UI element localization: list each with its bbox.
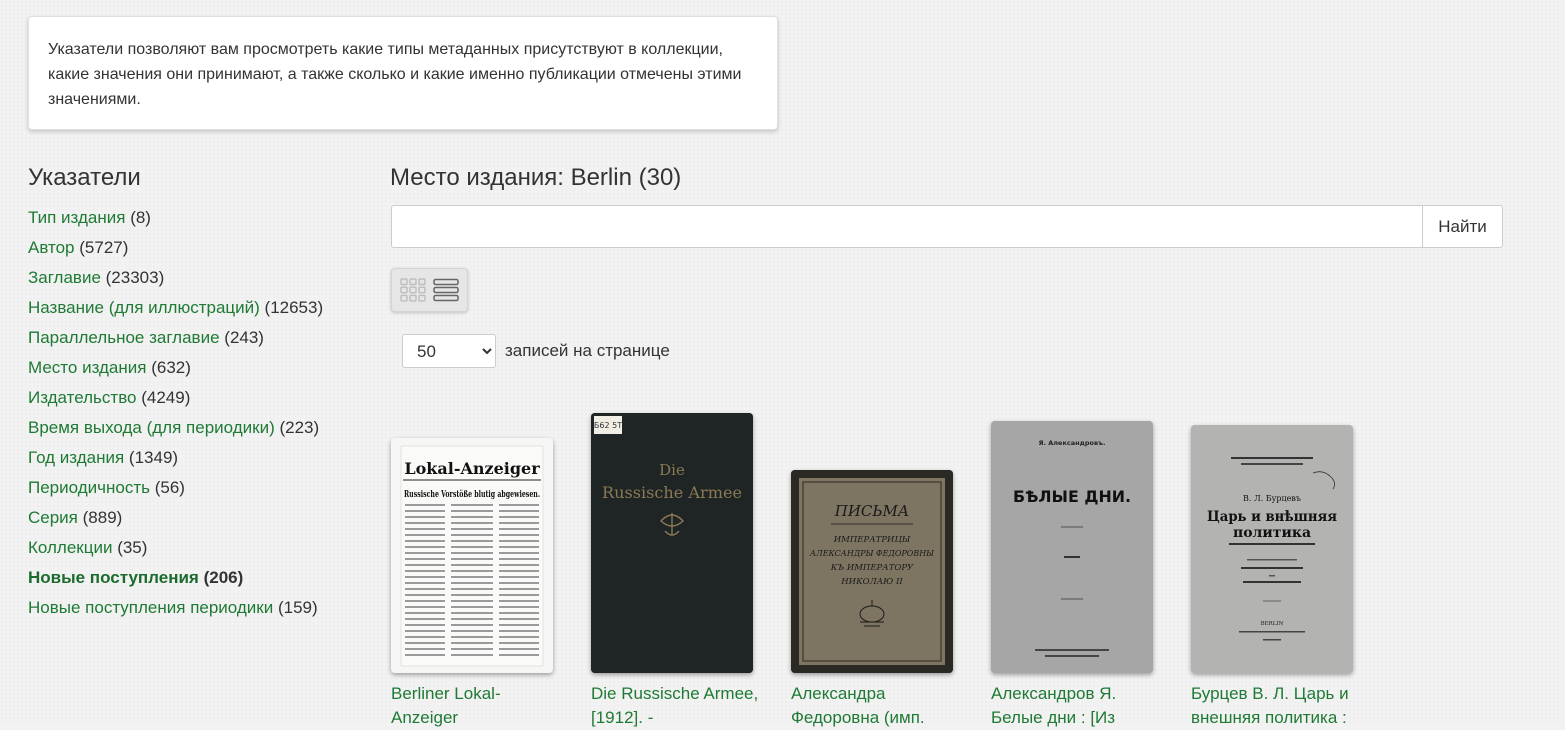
cover-title-line5: НИКОЛАЮ II xyxy=(840,577,903,587)
cover-title: БѢЛЫЕ ДНИ. xyxy=(1013,487,1131,506)
page-title: Место издания: Berlin (30) xyxy=(390,164,682,191)
index-link[interactable]: Серия xyxy=(28,508,78,527)
cover-title-line1: ПИСЬМА xyxy=(834,502,909,520)
index-link[interactable]: Тип издания xyxy=(28,208,125,227)
cover-city: BERLIN xyxy=(1261,621,1284,627)
index-item: Параллельное заглавие (243) xyxy=(28,323,368,353)
index-count: (632) xyxy=(151,358,191,377)
index-item-active: Новые поступления (206) xyxy=(28,563,368,593)
index-link[interactable]: Новые поступления периодики xyxy=(28,598,273,617)
cover-image[interactable]: Я. Александровъ. БѢЛЫЕ ДНИ. xyxy=(991,421,1153,673)
index-count: (5727) xyxy=(79,238,129,257)
index-link[interactable]: Периодичность xyxy=(28,478,150,497)
index-count: (4249) xyxy=(141,388,191,407)
info-box: Указатели позволяют вам просмотреть каки… xyxy=(28,16,778,130)
per-page-select[interactable]: 50 xyxy=(402,334,496,368)
cover-title-line2: ИМПЕРАТРИЦЫ xyxy=(833,535,911,545)
cover-title-line2: политика xyxy=(1233,525,1311,541)
cover-title-line3: АЛЕКСАНДРЫ ФЕДОРОВНЫ xyxy=(809,549,935,559)
cover-headline: Russische Vorstöße blutig abgewiesen. xyxy=(404,489,540,500)
search-button[interactable]: Найти xyxy=(1422,205,1503,248)
index-item: Время выхода (для периодики) (223) xyxy=(28,413,368,443)
index-item: Новые поступления периодики (159) xyxy=(28,593,368,623)
index-link[interactable]: Издательство xyxy=(28,388,136,407)
index-count: (243) xyxy=(224,328,264,347)
index-count: (8) xyxy=(130,208,151,227)
index-item: Год издания (1349) xyxy=(28,443,368,473)
index-item: Издательство (4249) xyxy=(28,383,368,413)
index-link[interactable]: Название (для иллюстраций) xyxy=(28,298,260,317)
index-count: (206) xyxy=(203,568,244,587)
index-count: (159) xyxy=(277,598,318,617)
index-count: (889) xyxy=(82,508,123,527)
index-item: Автор (5727) xyxy=(28,233,368,263)
search-input[interactable] xyxy=(391,205,1422,248)
index-item: Периодичность (56) xyxy=(28,473,368,503)
index-count: (223) xyxy=(279,418,320,437)
index-item: Место издания (632) xyxy=(28,353,368,383)
index-count: (1349) xyxy=(128,448,179,467)
cover-image[interactable]: Б62 5Т Die Russische Armee xyxy=(591,413,753,673)
search-bar: Найти xyxy=(391,205,1503,248)
index-item: Заглавие (23303) xyxy=(28,263,368,293)
cover-title-line4: КЪ ИМПЕРАТОРУ xyxy=(830,563,914,573)
index-item: Коллекции (35) xyxy=(28,533,368,563)
index-link[interactable]: Параллельное заглавие xyxy=(28,328,220,347)
index-link-active[interactable]: Новые поступления xyxy=(28,568,199,587)
index-link[interactable]: Место издания xyxy=(28,358,146,377)
cover-image[interactable]: ПИСЬМА ИМПЕРАТРИЦЫ АЛЕКСАНДРЫ ФЕДОРОВНЫ … xyxy=(791,470,953,673)
per-page-control: 50 записей на странице xyxy=(402,334,670,368)
cover-title-line1: Die xyxy=(659,461,685,479)
cover-image[interactable]: Lokal-Anzeiger Russische Vorstöße blutig… xyxy=(391,438,553,673)
index-item: Серия (889) xyxy=(28,503,368,533)
sidebar-title: Указатели xyxy=(28,164,141,191)
index-link[interactable]: Автор xyxy=(28,238,75,257)
index-count: (12653) xyxy=(264,298,324,317)
index-link[interactable]: Год издания xyxy=(28,448,124,467)
grid-view-icon[interactable] xyxy=(398,275,428,305)
per-page-label: записей на странице xyxy=(505,341,670,360)
index-link[interactable]: Заглавие xyxy=(28,268,101,287)
index-count: (23303) xyxy=(105,268,165,287)
index-count: (35) xyxy=(117,538,148,557)
cover-title-line2: Russische Armee xyxy=(602,483,742,502)
cover-image[interactable]: В. Л. Бурцевъ Царь и внѣшняя политика BE… xyxy=(1191,425,1353,673)
info-text: Указатели позволяют вам просмотреть каки… xyxy=(48,41,742,108)
view-toggle xyxy=(391,268,468,312)
index-count: (56) xyxy=(154,478,185,497)
cover-author: В. Л. Бурцевъ xyxy=(1243,494,1301,503)
list-view-icon[interactable] xyxy=(431,275,461,305)
cover-stamp: Б62 5Т xyxy=(594,421,622,430)
cover-masthead: Lokal-Anzeiger xyxy=(404,459,540,478)
index-link[interactable]: Коллекции xyxy=(28,538,112,557)
cover-title-line1: Царь и внѣшняя xyxy=(1207,509,1337,525)
index-list: Тип издания (8) Автор (5727) Заглавие (2… xyxy=(28,203,368,623)
index-link[interactable]: Время выхода (для периодики) xyxy=(28,418,275,437)
index-item: Тип издания (8) xyxy=(28,203,368,233)
cover-author: Я. Александровъ. xyxy=(1039,439,1106,447)
main-content: Место издания: Berlin (30) Найти 50 запи… xyxy=(390,162,1503,368)
sidebar: Указатели Тип издания (8) Автор (5727) З… xyxy=(28,162,368,623)
index-item: Название (для иллюстраций) (12653) xyxy=(28,293,368,323)
